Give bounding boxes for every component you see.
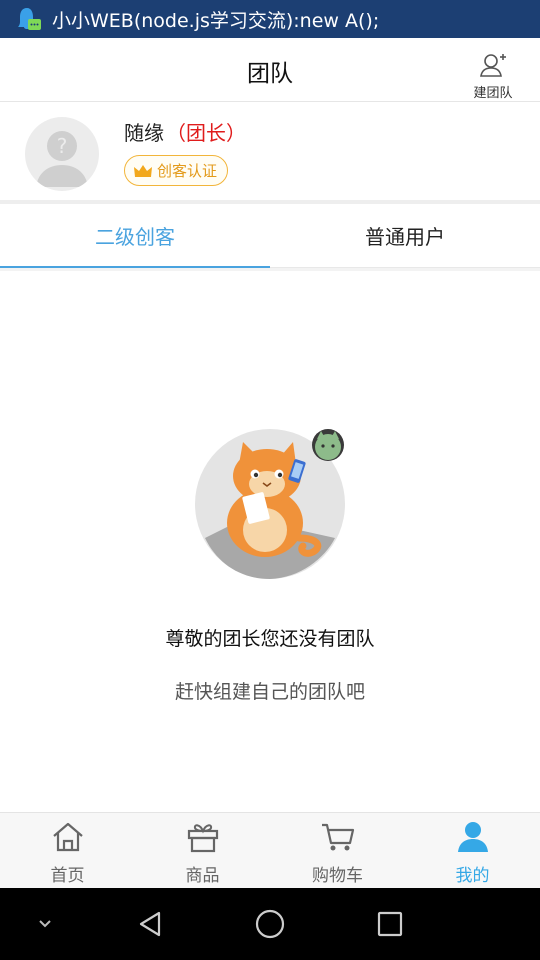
page-title: 团队 <box>247 61 293 87</box>
qq-notification-icon <box>14 4 44 34</box>
tab-bar: 二级创客 普通用户 <box>0 204 540 268</box>
status-bar: 小小WEB(node.js学习交流):new A(); <box>0 0 540 38</box>
profile-section: ? 随缘 （团长） 创客认证 <box>0 103 540 200</box>
gift-icon <box>185 819 221 855</box>
hide-keyboard-chevron-icon[interactable] <box>27 906 63 942</box>
nav-label: 我的 <box>455 866 490 886</box>
default-avatar-icon: ? <box>36 131 88 187</box>
recents-square-icon[interactable] <box>372 906 408 942</box>
home-circle-icon[interactable] <box>252 906 288 942</box>
nav-item-home[interactable]: 首页 <box>0 813 135 888</box>
nav-item-products[interactable]: 商品 <box>135 813 270 888</box>
nav-item-mine[interactable]: 我的 <box>405 813 540 888</box>
create-team-label: 建团队 <box>473 86 513 101</box>
role-label: （团长） <box>166 121 246 145</box>
username: 随缘 <box>124 121 164 145</box>
empty-state-subtitle: 赶快组建自己的团队吧 <box>174 681 365 703</box>
username-row: 随缘 （团长） <box>124 117 246 146</box>
create-team-button[interactable]: 建团队 <box>470 52 516 101</box>
system-nav-bar <box>0 888 540 960</box>
home-icon <box>50 819 86 855</box>
avatar[interactable]: ? <box>25 117 99 191</box>
bottom-nav: 首页 商品 购物车 我的 <box>0 812 540 888</box>
nav-label: 首页 <box>50 866 85 886</box>
nav-label: 商品 <box>185 866 220 886</box>
cart-icon <box>320 819 356 855</box>
maker-certification-badge[interactable]: 创客认证 <box>124 155 229 186</box>
svg-text:?: ? <box>57 134 68 158</box>
tab-secondary-makers[interactable]: 二级创客 <box>0 204 270 268</box>
badge-label: 创客认证 <box>157 162 218 180</box>
tab-label: 普通用户 <box>365 225 445 249</box>
person-icon <box>455 819 491 855</box>
nav-item-cart[interactable]: 购物车 <box>270 813 405 888</box>
tab-regular-users[interactable]: 普通用户 <box>270 204 540 267</box>
add-user-icon <box>480 54 506 77</box>
back-triangle-icon[interactable] <box>132 906 168 942</box>
tab-label: 二级创客 <box>95 225 175 249</box>
notification-text: 小小WEB(node.js学习交流):new A(); <box>52 9 380 32</box>
crown-icon <box>134 164 152 177</box>
page-header: 团队 建团队 <box>0 38 540 102</box>
empty-state-title: 尊敬的团长您还没有团队 <box>165 628 375 650</box>
empty-team-illustration <box>195 428 347 580</box>
nav-label: 购物车 <box>312 866 363 886</box>
tab-divider <box>0 268 540 271</box>
